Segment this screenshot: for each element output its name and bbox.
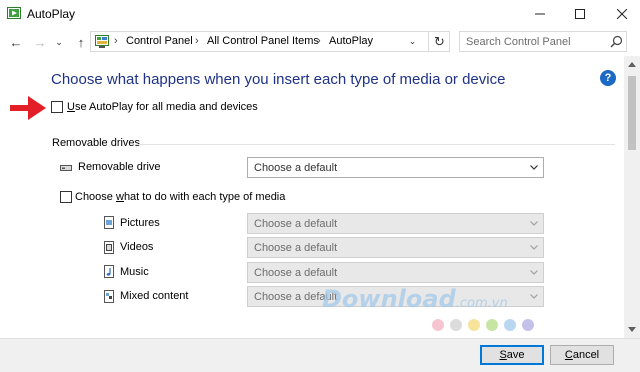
breadcrumb-control-panel[interactable]: Control Panel xyxy=(126,35,193,47)
per-media-checkbox[interactable] xyxy=(60,191,72,203)
scroll-down-icon xyxy=(628,327,636,332)
search-input[interactable] xyxy=(460,32,606,51)
removable-drive-select[interactable]: Choose a default xyxy=(247,157,544,178)
watermark-dot xyxy=(504,319,516,331)
maximize-icon xyxy=(575,9,585,19)
select-value: Choose a default xyxy=(254,218,338,230)
media-label-music: Music xyxy=(120,266,149,278)
title-bar: AutoPlay xyxy=(0,0,640,28)
chevron-down-icon xyxy=(530,245,538,250)
watermark-dot xyxy=(468,319,480,331)
breadcrumb-all-items[interactable]: All Control Panel Items xyxy=(207,35,319,47)
chevron-down-icon: ⌄ xyxy=(408,36,417,46)
save-button[interactable]: Save xyxy=(480,345,544,365)
use-autoplay-accelerator: U xyxy=(67,101,75,113)
watermark-tld: .com.vn xyxy=(455,296,508,311)
vertical-scrollbar[interactable] xyxy=(624,56,640,338)
mixed-content-icon xyxy=(104,290,114,303)
autoplay-app-icon xyxy=(7,7,21,19)
download-watermark: Download.com.vn xyxy=(322,285,508,313)
dialog-footer: Save Cancel xyxy=(0,338,640,372)
chevron-down-icon xyxy=(530,165,538,170)
save-accelerator: S xyxy=(499,349,507,361)
per-media-label[interactable]: Choose what to do with each type of medi… xyxy=(75,191,285,203)
select-value: Choose a default xyxy=(254,242,338,254)
minimize-button[interactable] xyxy=(522,0,558,28)
recent-locations-button[interactable]: ⌄ xyxy=(53,32,65,52)
address-bar[interactable]: › Control Panel › All Control Panel Item… xyxy=(90,31,450,52)
control-panel-icon xyxy=(95,35,109,48)
watermark-dot xyxy=(432,319,444,331)
cancel-accelerator: C xyxy=(564,349,573,361)
scrollbar-thumb[interactable] xyxy=(628,76,636,150)
select-value: Choose a default xyxy=(254,267,338,279)
close-icon xyxy=(617,9,627,19)
media-label-pictures: Pictures xyxy=(120,217,160,229)
save-label: ave xyxy=(506,349,525,361)
back-button[interactable]: ← xyxy=(7,32,25,52)
cancel-button[interactable]: Cancel xyxy=(550,345,614,365)
refresh-button[interactable]: ↻ xyxy=(428,32,450,51)
breadcrumb-autoplay[interactable]: AutoPlay xyxy=(329,35,373,47)
scroll-up-icon xyxy=(628,62,636,67)
forward-arrow-icon: → xyxy=(33,34,47,50)
cancel-label: ancel xyxy=(572,349,600,361)
search-box[interactable] xyxy=(459,31,627,52)
scroll-up-button[interactable] xyxy=(624,56,640,72)
videos-select[interactable]: Choose a default xyxy=(247,237,544,258)
maximize-button[interactable] xyxy=(562,0,598,28)
per-media-label-prefix: Choose xyxy=(75,191,116,203)
chevron-down-icon: ⌄ xyxy=(55,36,63,47)
search-icon xyxy=(610,35,623,48)
watermark-dot xyxy=(486,319,498,331)
chevron-down-icon xyxy=(530,221,538,226)
up-arrow-icon: ↑ xyxy=(77,34,85,50)
breadcrumb-separator: › xyxy=(114,35,118,47)
videos-icon xyxy=(104,241,114,254)
help-icon[interactable]: ? xyxy=(600,70,616,86)
back-arrow-icon: ← xyxy=(9,34,23,50)
page-title: Choose what happens when you insert each… xyxy=(51,71,506,88)
removable-drive-label: Removable drive xyxy=(78,161,161,173)
window-title: AutoPlay xyxy=(27,7,76,21)
content-area: Choose what happens when you insert each… xyxy=(0,56,640,338)
chevron-down-icon xyxy=(530,294,538,299)
close-button[interactable] xyxy=(604,0,640,28)
watermark-dot xyxy=(522,319,534,331)
watermark-dot xyxy=(450,319,462,331)
breadcrumb-separator: › xyxy=(317,35,321,47)
music-select[interactable]: Choose a default xyxy=(247,262,544,283)
breadcrumb-separator: › xyxy=(195,35,199,47)
use-autoplay-label[interactable]: Use AutoPlay for all media and devices xyxy=(67,101,258,113)
forward-button[interactable]: → xyxy=(31,32,49,52)
per-media-label-text: hat to do with each type of media xyxy=(123,191,286,203)
removable-drive-icon xyxy=(60,165,72,171)
select-value: Choose a default xyxy=(254,162,338,174)
minimize-icon xyxy=(535,13,545,15)
section-divider xyxy=(135,144,615,145)
use-autoplay-label-text: se AutoPlay for all media and devices xyxy=(74,101,258,113)
address-dropdown-button[interactable]: ⌄ xyxy=(404,32,420,51)
chevron-down-icon xyxy=(530,270,538,275)
pictures-icon xyxy=(104,216,114,229)
up-button[interactable]: ↑ xyxy=(72,32,90,52)
scroll-down-button[interactable] xyxy=(624,322,640,338)
use-autoplay-checkbox[interactable] xyxy=(51,101,63,113)
music-icon xyxy=(104,265,114,278)
watermark-dots xyxy=(432,319,534,331)
pictures-select[interactable]: Choose a default xyxy=(247,213,544,234)
media-label-videos: Videos xyxy=(120,241,154,253)
red-arrow-icon xyxy=(10,96,46,120)
media-label-mixed-content: Mixed content xyxy=(120,290,189,302)
refresh-icon: ↻ xyxy=(434,33,445,49)
removable-drives-heading: Removable drives xyxy=(52,137,141,149)
help-glyph: ? xyxy=(604,72,612,84)
watermark-text: Download xyxy=(322,285,456,313)
per-media-accelerator: w xyxy=(115,191,124,203)
